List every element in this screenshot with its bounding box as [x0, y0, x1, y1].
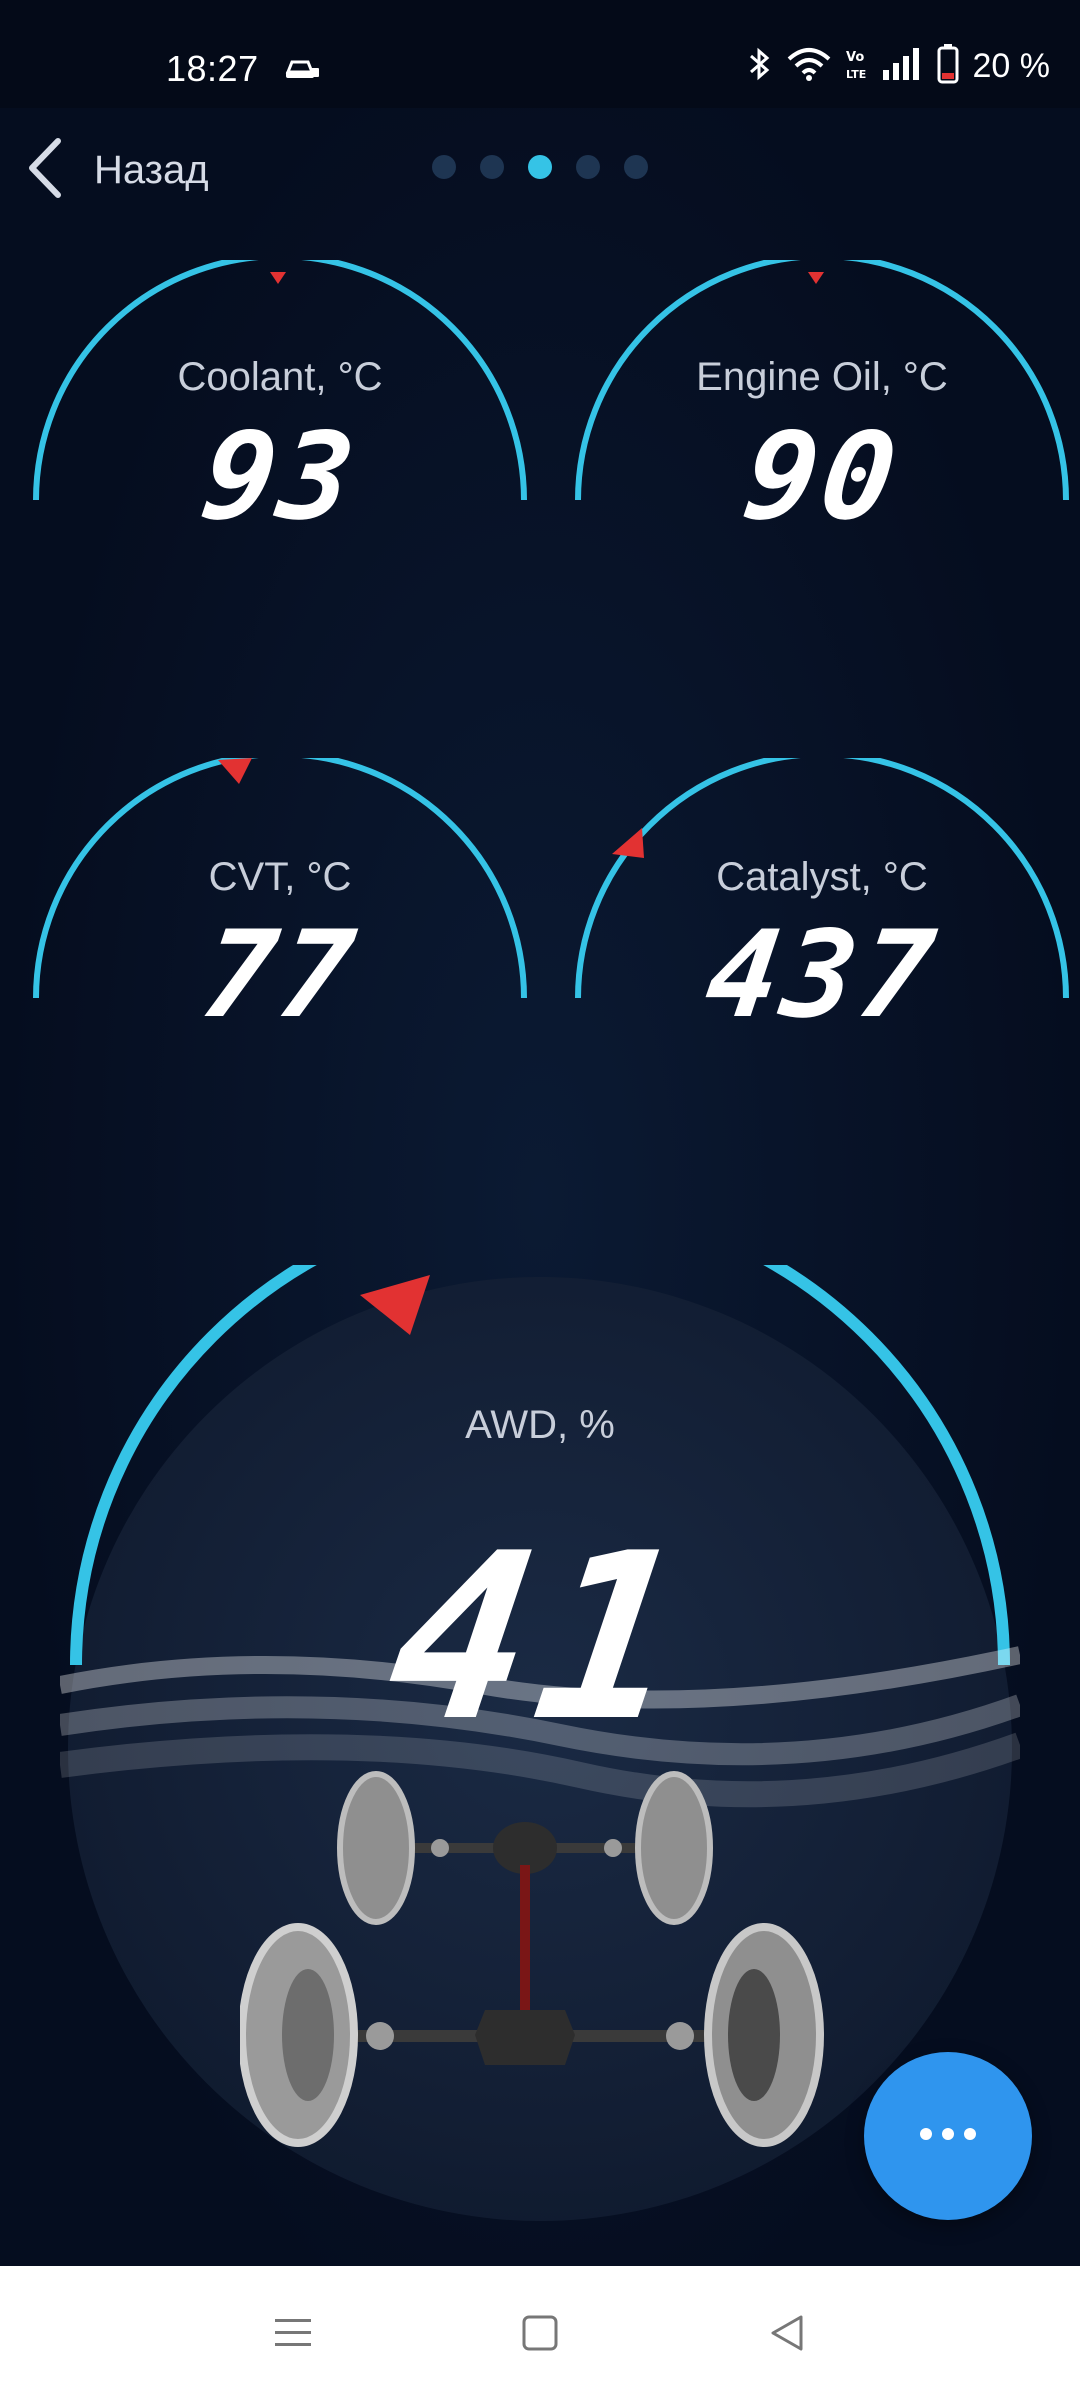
- back-triangle-icon: [771, 2315, 803, 2351]
- gauge-pointer: [360, 1275, 430, 1335]
- gauge-pointer: [808, 272, 824, 284]
- gauge-pointer: [612, 828, 644, 858]
- gauge-label: Catalyst, °C: [716, 855, 928, 899]
- more-horizontal-icon: [915, 2127, 981, 2145]
- gauge-cvt[interactable]: CVT, °C 77: [30, 758, 530, 1045]
- gauge-catalyst[interactable]: Catalyst, °C 437: [572, 758, 1072, 1045]
- status-bar: 18:27 Vo LTE 20 %: [0, 0, 1080, 108]
- page-dot-active[interactable]: [528, 155, 552, 179]
- battery-percent: 20 %: [972, 46, 1051, 85]
- gauge-engine-oil[interactable]: Engine Oil, °C 90: [572, 260, 1072, 547]
- screen: 18:27 Vo LTE 20 % Назад Coolant, °C 93 E…: [0, 0, 1080, 2400]
- gauge-pointer: [218, 758, 252, 784]
- page-dot[interactable]: [480, 155, 504, 179]
- bluetooth-icon: [747, 46, 773, 87]
- gauge-coolant[interactable]: Coolant, °C 93: [30, 260, 530, 547]
- back-nav-button[interactable]: [757, 2303, 817, 2363]
- gauge-label: Coolant, °C: [177, 355, 383, 399]
- menu-icon: [275, 2319, 312, 2346]
- wifi-icon: [787, 47, 831, 86]
- svg-text:LTE: LTE: [846, 68, 866, 81]
- gauge-label: Engine Oil, °C: [696, 355, 948, 399]
- page-dot[interactable]: [624, 155, 648, 179]
- gauge-label: CVT, °C: [208, 855, 352, 899]
- gauge-value: 41: [374, 1505, 706, 1772]
- home-square-icon: [522, 2315, 558, 2351]
- status-icons: Vo LTE 20 %: [747, 43, 1051, 89]
- svg-text:Vo: Vo: [846, 50, 864, 65]
- page-indicator: [432, 155, 648, 179]
- battery-icon: [937, 43, 959, 89]
- gauge-value: 437: [697, 906, 947, 1045]
- gauge-value: 77: [193, 906, 367, 1045]
- more-options-button[interactable]: [864, 2052, 1032, 2220]
- chevron-left-icon: [22, 135, 68, 206]
- back-label: Назад: [94, 147, 209, 192]
- page-dot[interactable]: [432, 155, 456, 179]
- gauge-value: 93: [193, 408, 367, 547]
- menu-button[interactable]: [263, 2303, 323, 2363]
- car-lock-icon: [284, 56, 320, 87]
- gauge-label: AWD, %: [465, 1403, 615, 1447]
- page-dot[interactable]: [576, 155, 600, 179]
- status-time: 18:27: [166, 48, 259, 89]
- system-nav-bar: [0, 2266, 1080, 2400]
- signal-icon: [882, 47, 923, 85]
- gauge-value: 90: [735, 408, 909, 547]
- drivetrain-illustration: [240, 1771, 824, 2147]
- gauge-pointer: [270, 272, 286, 284]
- home-button[interactable]: [510, 2303, 570, 2363]
- volte-icon: Vo LTE: [845, 47, 869, 86]
- back-button[interactable]: Назад: [22, 135, 209, 205]
